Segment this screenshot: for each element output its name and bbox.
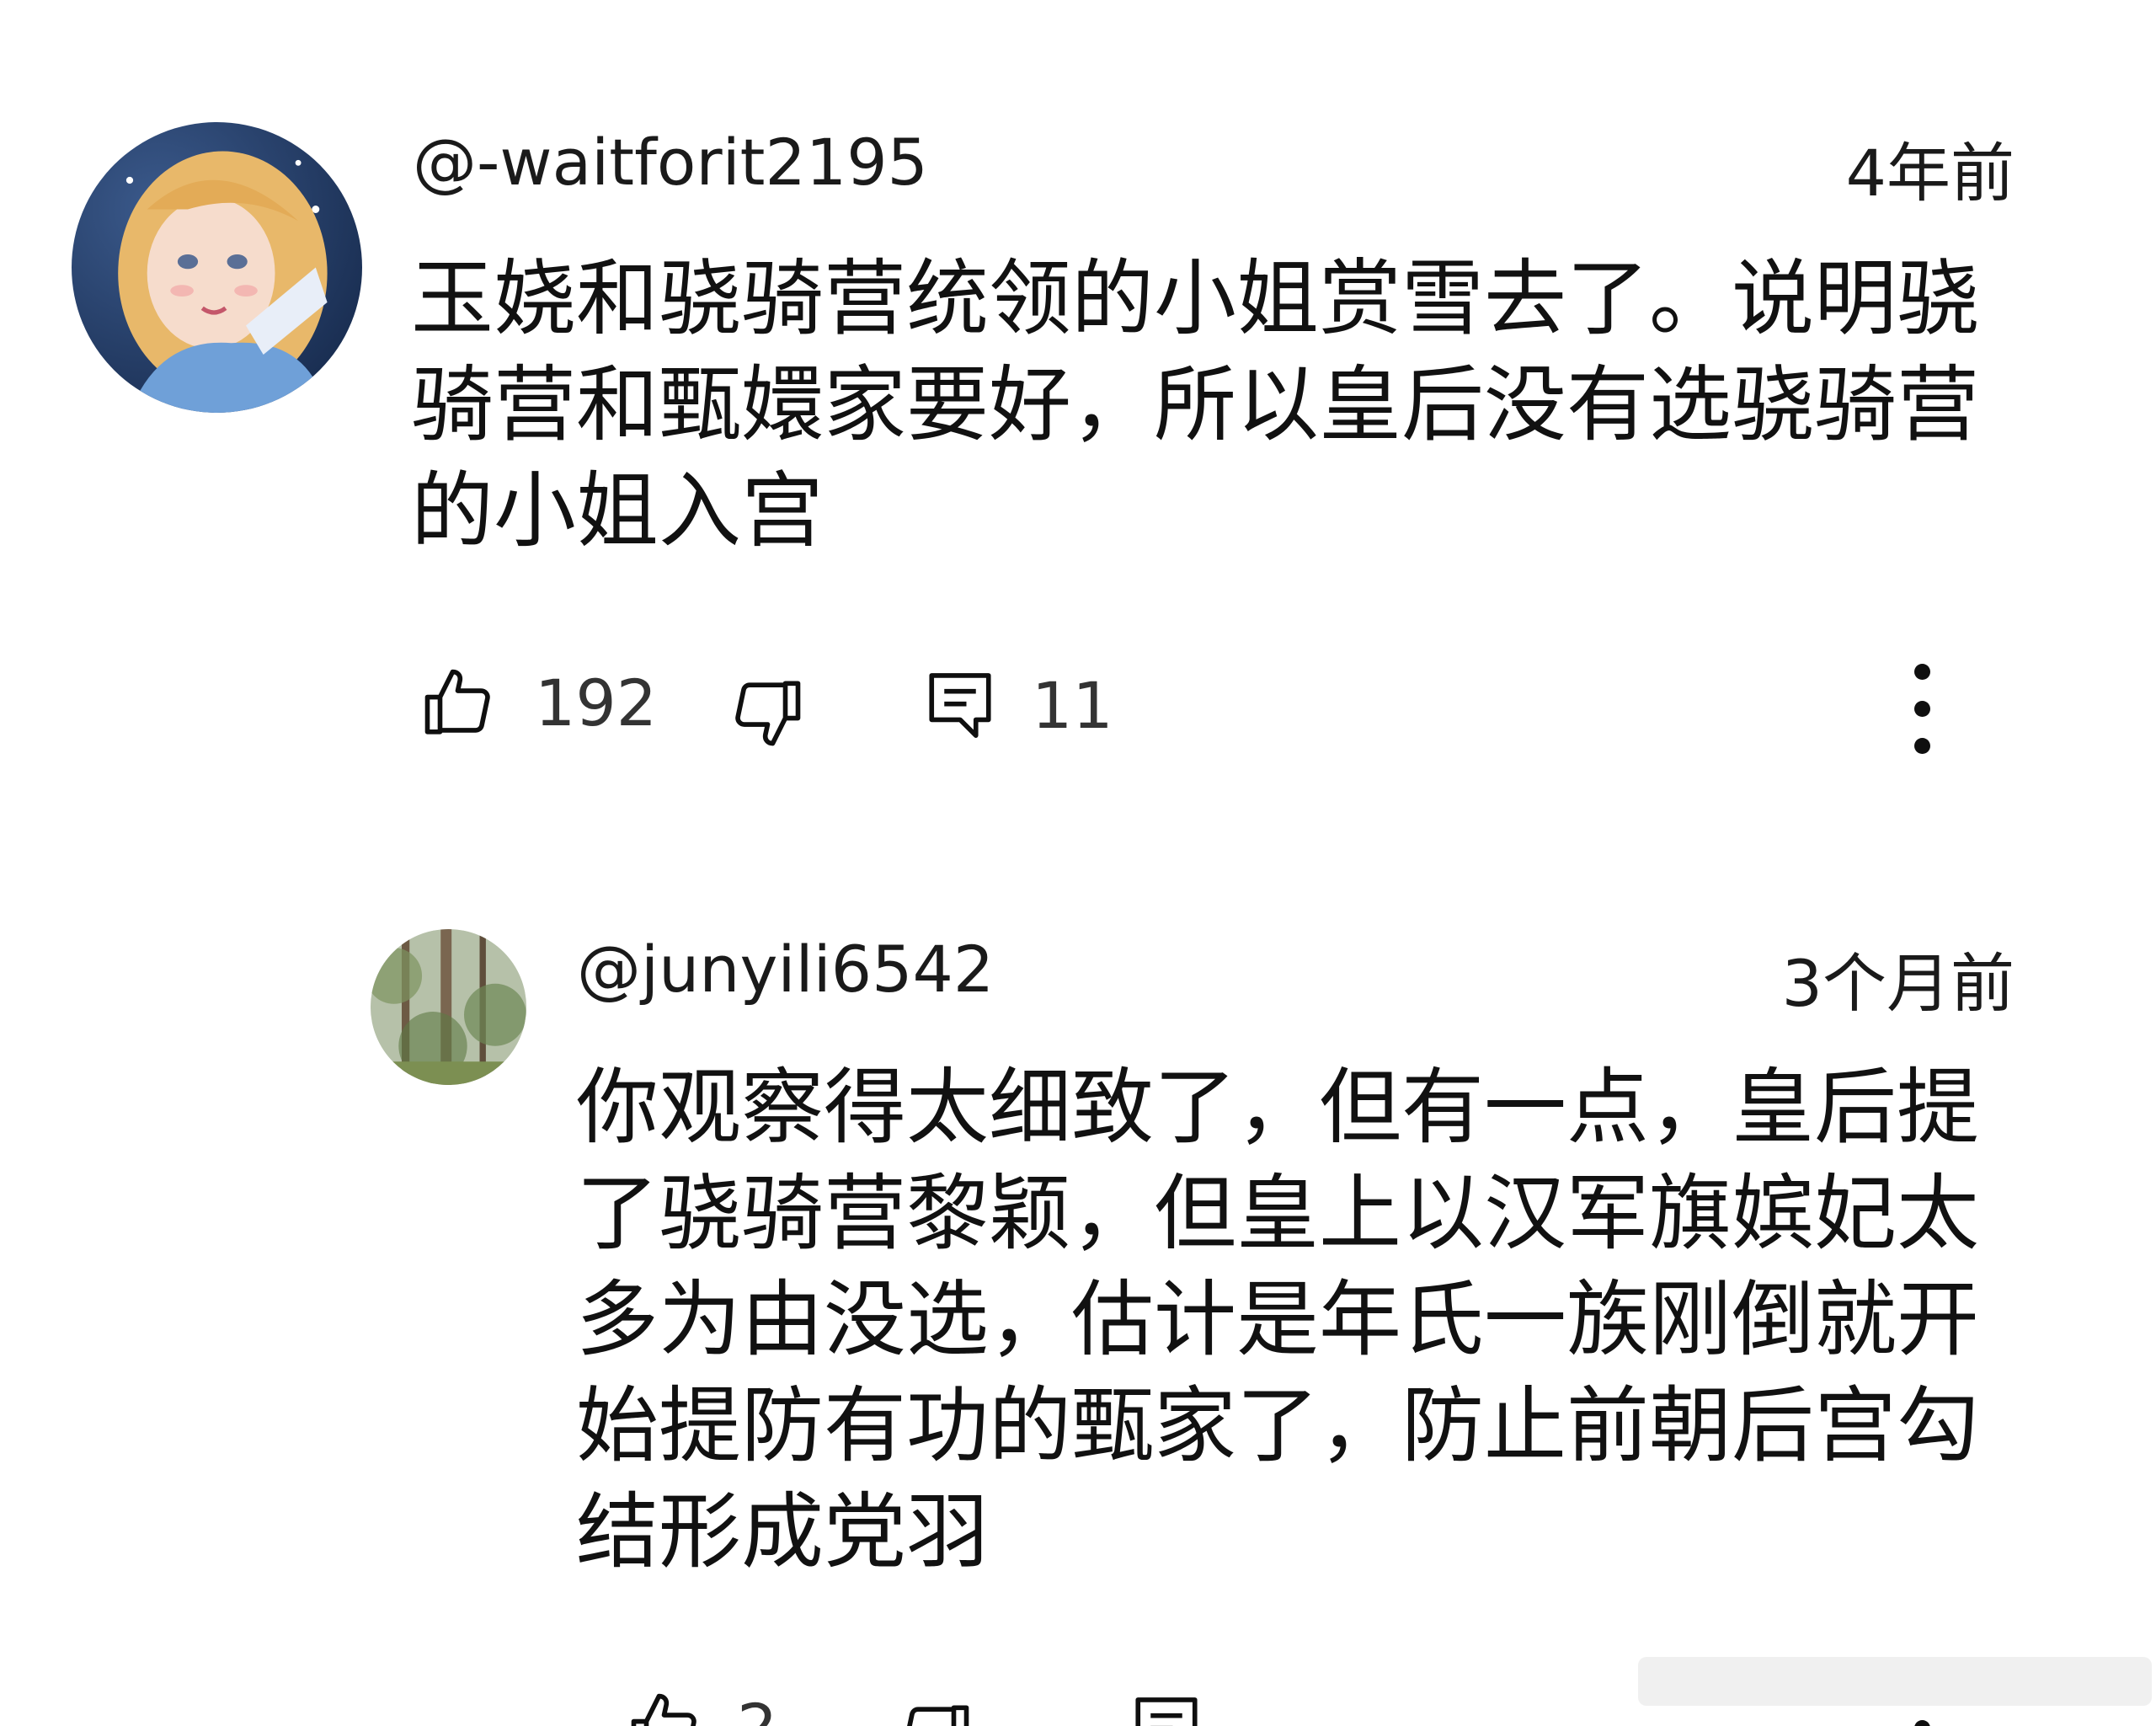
comment-text: 玉娆和骁骑营统领的小姐赏雪去了。说明骁骑营和甄嬛家要好，所以皇后没有选骁骑营的小…: [411, 251, 1980, 559]
reply-button[interactable]: [1129, 1690, 1204, 1726]
forest-avatar-icon: [371, 929, 526, 1085]
more-vert-dot: [1913, 738, 1930, 754]
more-vert-icon: [1913, 664, 1930, 680]
anime-girl-avatar-icon: [72, 122, 362, 413]
comment-timestamp: 4年前: [1845, 136, 2015, 211]
more-options-button[interactable]: [1905, 1720, 1939, 1726]
dislike-button[interactable]: [897, 1698, 973, 1726]
thumbs-down-icon: [907, 1705, 969, 1726]
like-button[interactable]: 192: [421, 665, 657, 741]
comment-author[interactable]: @junyili6542: [577, 938, 994, 1002]
like-count: 192: [535, 665, 658, 740]
more-vert-dot: [1913, 701, 1930, 717]
avatar[interactable]: [72, 122, 362, 413]
thumbs-down-icon: [735, 681, 801, 746]
more-vert-icon: [1913, 1720, 1930, 1726]
reply-button[interactable]: 11: [922, 665, 1113, 745]
thumbs-up-icon: [631, 1693, 696, 1726]
like-button[interactable]: 2: [627, 1690, 777, 1726]
comment-timestamp: 3个月前: [1781, 946, 2015, 1021]
reply-icon: [1135, 1697, 1198, 1726]
more-options-button[interactable]: [1905, 664, 1939, 754]
dislike-button[interactable]: [728, 674, 804, 750]
avatar[interactable]: [371, 929, 526, 1085]
thumbs-up-icon: [424, 669, 490, 735]
like-count: 2: [737, 1696, 777, 1726]
scroll-indicator: [1638, 1657, 2152, 1706]
comment-text: 你观察得太细致了，但有一点，皇后提了骁骑营黎颖，但皇上以汉军旗嫔妃太多为由没选，…: [576, 1060, 1980, 1580]
reply-icon: [929, 673, 991, 738]
reply-count: 11: [1032, 667, 1113, 743]
comment-author[interactable]: @-waitforit2195: [413, 131, 928, 195]
